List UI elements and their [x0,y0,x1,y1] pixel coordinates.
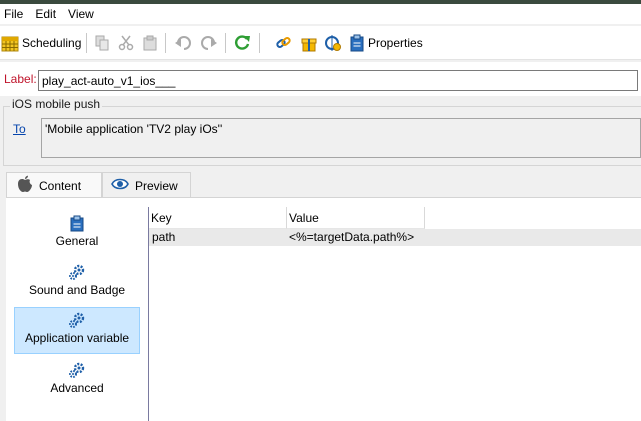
variables-grid: Key Value path <%=targetData.path%> [148,207,641,421]
tab-content-label: Content [39,178,82,193]
menu-file[interactable]: File [0,4,27,24]
calendar-icon [1,34,19,52]
gears-icon [14,264,140,281]
cell-value[interactable]: <%=targetData.path%> [286,229,586,246]
toolbar-separator [165,33,166,53]
scissors-icon [118,35,134,51]
nav-item-label: General [55,234,99,248]
menu-view[interactable]: View [64,4,98,24]
label-input[interactable] [38,70,638,91]
scheduling-button[interactable]: Scheduling [1,26,81,60]
copy-icon [94,35,110,51]
toolbar-separator [259,33,260,53]
eye-icon [111,177,129,194]
link-button[interactable] [275,26,293,60]
menu-edit[interactable]: Edit [31,4,60,24]
gift-icon [300,34,318,52]
undo-icon [174,35,192,51]
target-settings-icon [324,34,342,52]
nav-item-label: Sound and Badge [28,283,126,297]
toolbar-separator [225,33,226,53]
refresh-icon [233,34,251,52]
gears-icon [14,362,140,379]
menu-bar: File Edit View [0,4,641,24]
clipboard-icon [14,215,140,232]
gears-icon [15,312,139,329]
undo-button[interactable] [174,26,192,60]
scheduling-label: Scheduling [22,36,82,50]
label-row: Label: [0,62,641,96]
to-link[interactable]: To [13,122,26,136]
tab-content[interactable]: Content [6,172,102,198]
cut-button[interactable] [118,26,134,60]
target-button[interactable] [324,26,342,60]
label-caption: Label: [4,72,37,86]
column-header-value[interactable]: Value [287,207,425,229]
toolbar: Scheduling Properties [0,26,641,60]
tab-preview[interactable]: Preview [102,172,191,198]
toolbar-separator [86,33,87,53]
nav-item-advanced[interactable]: Advanced [14,358,140,404]
gift-button[interactable] [300,26,318,60]
nav-item-general[interactable]: General [14,211,140,257]
paste-button[interactable] [142,26,158,60]
link-icon [275,34,293,52]
redo-button[interactable] [200,26,218,60]
table-row[interactable]: path <%=targetData.path%> [149,229,641,246]
nav-item-label: Advanced [50,381,104,395]
tab-preview-label: Preview [135,178,178,193]
nav-item-label: Application variable [24,331,130,345]
copy-button[interactable] [94,26,110,60]
group-title: iOS mobile push [10,97,103,111]
to-field[interactable]: 'Mobile application 'TV2 play iOs'' [41,118,641,158]
cell-key[interactable]: path [149,229,287,246]
nav-item-application-variable[interactable]: Application variable [14,307,140,354]
properties-button[interactable]: Properties [349,26,423,60]
clipboard-icon [349,34,365,52]
clipboard-paste-icon [142,35,158,51]
properties-label: Properties [368,36,423,50]
side-nav: General Sound and Badge Application vari… [6,205,146,421]
apple-icon [17,175,33,196]
nav-item-sound-and-badge[interactable]: Sound and Badge [14,260,140,306]
redo-icon [200,35,218,51]
column-header-key[interactable]: Key [149,207,287,229]
refresh-button[interactable] [233,26,251,60]
